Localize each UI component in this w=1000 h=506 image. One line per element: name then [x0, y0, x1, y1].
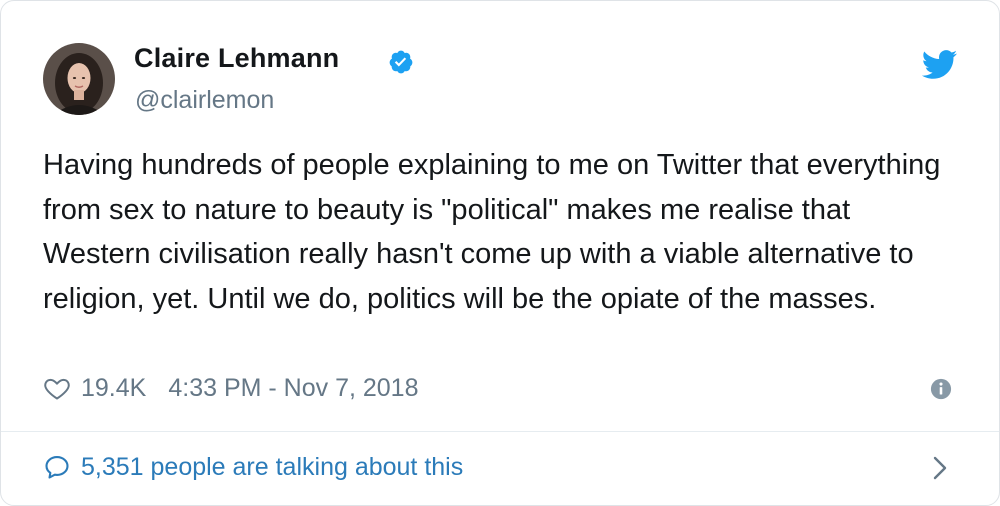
conversation-count-label[interactable]: 5,351 people are talking about this [81, 453, 463, 482]
embedded-tweet-card: Claire Lehmann @clairlemon Having hundre… [0, 0, 1000, 506]
tweet-timestamp[interactable]: 4:33 PM - Nov 7, 2018 [168, 374, 418, 403]
author-display-name[interactable]: Claire Lehmann [134, 43, 339, 74]
tweet-text: Having hundreds of people explaining to … [43, 149, 941, 315]
author-handle[interactable]: @clairlemon [135, 86, 274, 115]
profile-photo [43, 43, 115, 115]
footer-divider [1, 431, 999, 432]
like-count[interactable]: 19.4K [81, 374, 146, 403]
tweet-meta-row: 19.4K 4:33 PM - Nov 7, 2018 [43, 370, 418, 406]
avatar[interactable] [43, 43, 115, 115]
heart-icon[interactable] [43, 374, 71, 402]
chevron-right-icon[interactable] [931, 455, 949, 481]
twitter-bird-icon[interactable] [920, 49, 958, 80]
info-icon[interactable] [930, 378, 952, 400]
conversation-link[interactable]: 5,351 people are talking about this [43, 449, 463, 485]
verified-badge-icon [389, 50, 413, 74]
speech-bubble-icon [45, 456, 69, 479]
